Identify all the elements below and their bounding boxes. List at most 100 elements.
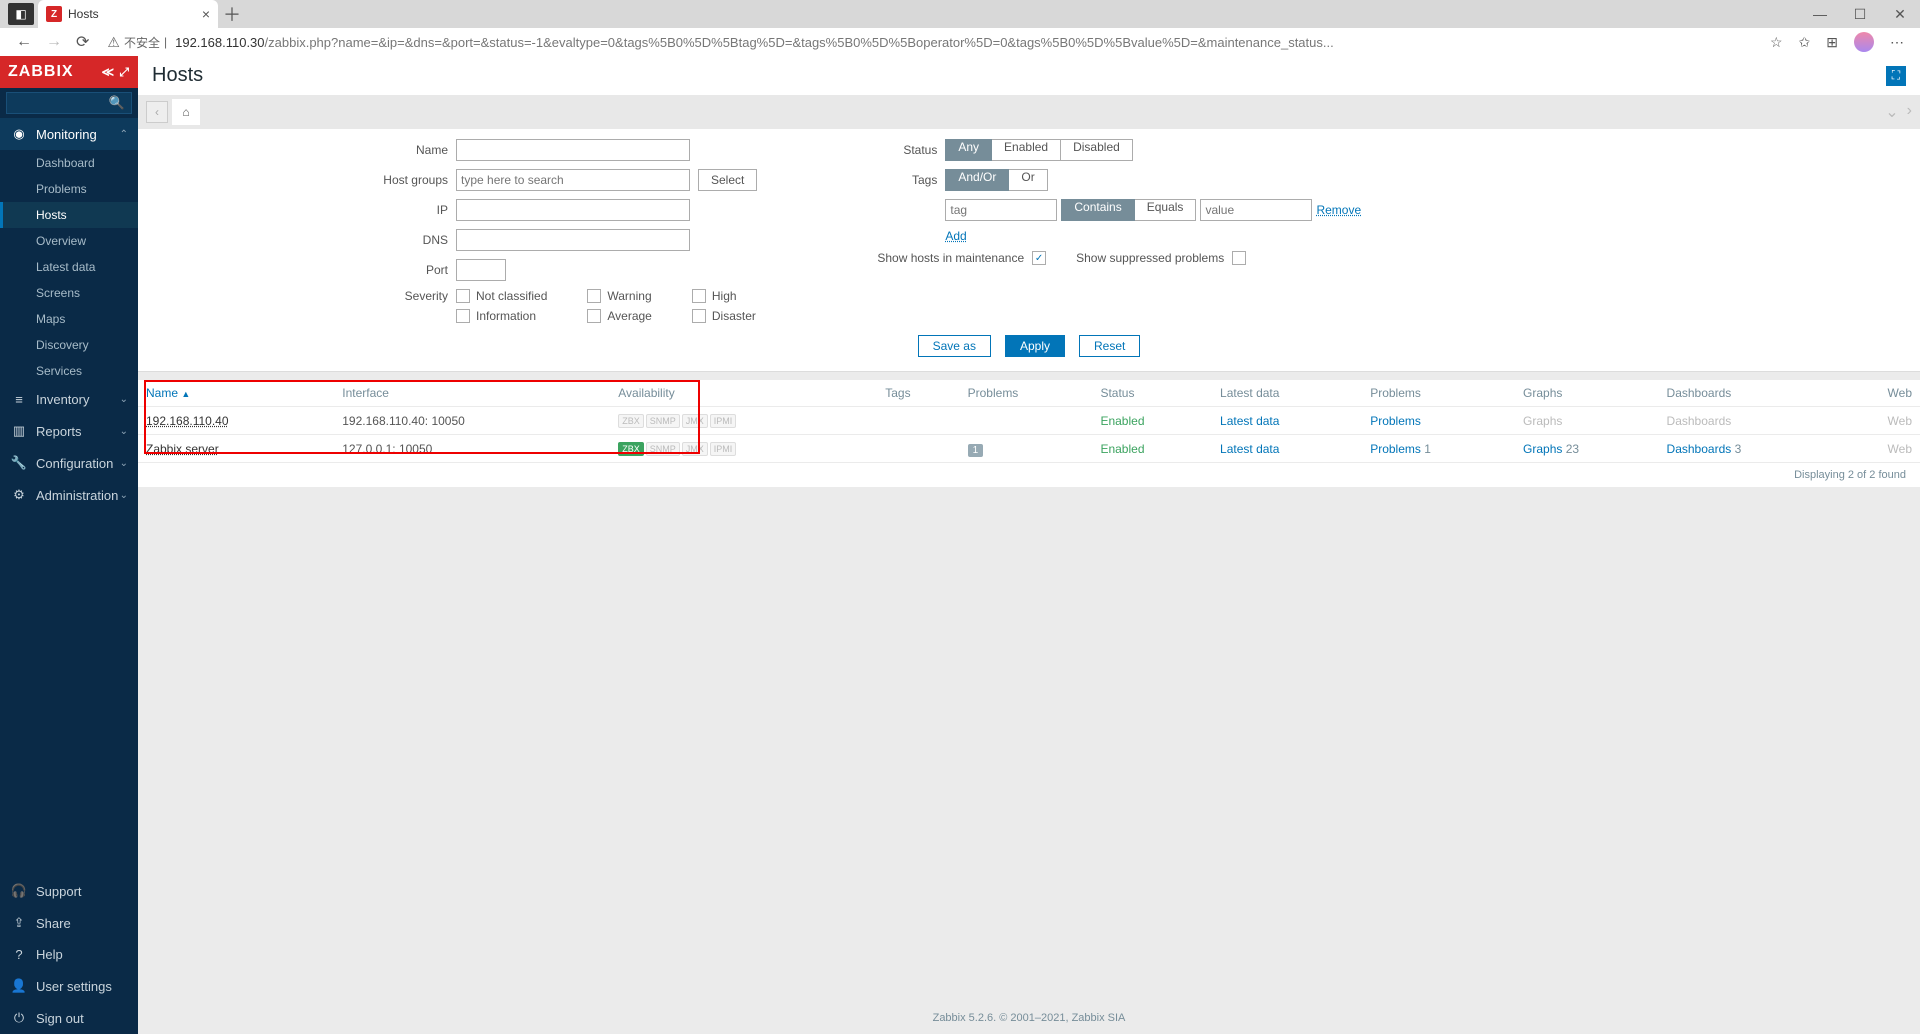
sidebar-collapse-icon[interactable]: ≪ ⤢ xyxy=(102,65,131,80)
browser-chrome: ◧ Z Hosts × ＋ — ☐ ✕ ← → ⟳ ⚠ 不安全 | 192.16… xyxy=(0,0,1920,56)
sidebar-search[interactable]: 🔍 xyxy=(0,88,138,118)
apply-button[interactable]: Apply xyxy=(1005,335,1065,357)
nav-help[interactable]: ?Help xyxy=(0,939,138,970)
status-cell: Enabled xyxy=(1100,442,1144,456)
show-maint-checkbox[interactable]: ✓ xyxy=(1032,251,1046,265)
severity-warning-checkbox[interactable] xyxy=(587,289,601,303)
filter-next-icon[interactable]: › xyxy=(1907,102,1912,122)
status-any-button[interactable]: Any xyxy=(945,139,992,161)
sidebar-item-screens[interactable]: Screens xyxy=(0,280,138,306)
problems-link[interactable]: Problems xyxy=(1370,442,1421,456)
problem-count-badge[interactable]: 1 xyxy=(968,444,984,457)
host-link[interactable]: Zabbix server xyxy=(146,442,219,456)
col-status[interactable]: Status xyxy=(1092,380,1212,407)
interface-cell: 192.168.110.40: 10050 xyxy=(334,407,610,435)
sidebar-item-latest-data[interactable]: Latest data xyxy=(0,254,138,280)
filter-back-icon[interactable]: ‹ xyxy=(146,101,168,123)
share-icon: ⇪ xyxy=(10,915,28,931)
save-as-button[interactable]: Save as xyxy=(918,335,991,357)
filter-label-tags: Tags xyxy=(877,173,937,187)
tags-andor-button[interactable]: And/Or xyxy=(945,169,1009,191)
col-availability: Availability xyxy=(610,380,877,407)
app-icon[interactable]: ◧ xyxy=(8,3,34,25)
filter-dns-input[interactable] xyxy=(456,229,690,251)
nav-reload-button[interactable]: ⟳ xyxy=(76,32,89,52)
latest-data-link[interactable]: Latest data xyxy=(1220,414,1279,428)
window-maximize-button[interactable]: ☐ xyxy=(1840,0,1880,28)
tags-or-button[interactable]: Or xyxy=(1009,169,1047,191)
nav-administration[interactable]: ⚙ Administration ⌄ xyxy=(0,479,138,511)
tab-close-icon[interactable]: × xyxy=(202,6,210,22)
tag-add-link[interactable]: Add xyxy=(945,229,966,243)
security-indicator[interactable]: ⚠ 不安全 | xyxy=(107,34,167,51)
severity-disaster-checkbox[interactable] xyxy=(692,309,706,323)
filter-prev-icon[interactable]: ⌄ xyxy=(1885,102,1898,122)
sidebar-item-hosts[interactable]: Hosts xyxy=(0,202,138,228)
tag-remove-link[interactable]: Remove xyxy=(1316,203,1361,217)
problems-link[interactable]: Problems xyxy=(1370,414,1421,428)
filter-home-tab[interactable]: ⌂ xyxy=(172,99,200,125)
graphs-link[interactable]: Graphs xyxy=(1523,442,1562,456)
nav-inventory[interactable]: ≡ Inventory ⌄ xyxy=(0,384,138,415)
sidebar-item-dashboard[interactable]: Dashboard xyxy=(0,150,138,176)
nav-support[interactable]: 🎧Support xyxy=(0,875,138,907)
sidebar-item-services[interactable]: Services xyxy=(0,358,138,384)
severity-average-checkbox[interactable] xyxy=(587,309,601,323)
collections-icon[interactable]: ⊞ xyxy=(1826,34,1838,51)
nav-share[interactable]: ⇪Share xyxy=(0,907,138,939)
select-button[interactable]: Select xyxy=(698,169,757,191)
ipmi-badge: IPMI xyxy=(710,414,737,428)
logo[interactable]: ZABBIX ≪ ⤢ xyxy=(0,56,138,88)
dashboards-link[interactable]: Dashboards xyxy=(1667,442,1732,456)
profile-avatar[interactable] xyxy=(1854,32,1874,52)
sidebar-item-overview[interactable]: Overview xyxy=(0,228,138,254)
nav-configuration[interactable]: 🔧 Configuration ⌄ xyxy=(0,447,138,479)
window-minimize-button[interactable]: — xyxy=(1800,0,1840,28)
zabbix-link[interactable]: Zabbix SIA xyxy=(1072,1012,1126,1024)
favorites-icon[interactable]: ✩ xyxy=(1799,34,1811,51)
filter-ip-input[interactable] xyxy=(456,199,690,221)
filter-name-input[interactable] xyxy=(456,139,690,161)
power-icon: ⏻ xyxy=(10,1010,28,1026)
match-equals-button[interactable]: Equals xyxy=(1135,199,1197,221)
nav-label: User settings xyxy=(36,979,112,994)
nav-sign-out[interactable]: ⏻Sign out xyxy=(0,1002,138,1034)
star-icon[interactable]: ☆ xyxy=(1770,34,1783,51)
zbx-badge: ZBX xyxy=(618,414,644,428)
severity-notclassified-checkbox[interactable] xyxy=(456,289,470,303)
url-field[interactable]: ⚠ 不安全 | 192.168.110.30/zabbix.php?name=&… xyxy=(107,34,1762,51)
match-contains-button[interactable]: Contains xyxy=(1061,199,1134,221)
sidebar-item-discovery[interactable]: Discovery xyxy=(0,332,138,358)
reset-button[interactable]: Reset xyxy=(1079,335,1140,357)
filter-hostgroups-input[interactable] xyxy=(456,169,690,191)
filter-label-name: Name xyxy=(378,143,448,157)
status-disabled-button[interactable]: Disabled xyxy=(1061,139,1133,161)
window-close-button[interactable]: ✕ xyxy=(1880,0,1920,28)
new-tab-button[interactable]: ＋ xyxy=(218,0,246,28)
status-enabled-button[interactable]: Enabled xyxy=(992,139,1061,161)
chevron-down-icon: ⌄ xyxy=(120,394,128,405)
nav-user-settings[interactable]: 👤User settings xyxy=(0,970,138,1002)
severity-high-checkbox[interactable] xyxy=(692,289,706,303)
browser-tab[interactable]: Z Hosts × xyxy=(38,0,218,28)
tag-name-input[interactable] xyxy=(945,199,1057,221)
col-name[interactable]: Name ▲ xyxy=(138,380,334,407)
nav-reports[interactable]: ▥ Reports ⌄ xyxy=(0,415,138,447)
show-supp-checkbox[interactable] xyxy=(1232,251,1246,265)
tag-value-input[interactable] xyxy=(1200,199,1312,221)
more-icon[interactable]: ⋯ xyxy=(1890,34,1904,51)
nav-monitoring[interactable]: ◉ Monitoring ⌃ xyxy=(0,118,138,150)
nav-back-button[interactable]: ← xyxy=(16,33,32,51)
severity-information-checkbox[interactable] xyxy=(456,309,470,323)
filter-label-supp: Show suppressed problems xyxy=(1076,251,1224,265)
kiosk-button[interactable]: ⛶ xyxy=(1886,66,1906,86)
sidebar-item-maps[interactable]: Maps xyxy=(0,306,138,332)
filter-label-severity: Severity xyxy=(378,289,448,303)
chevron-up-icon: ⌃ xyxy=(120,129,128,140)
sidebar-item-problems[interactable]: Problems xyxy=(0,176,138,202)
support-icon: 🎧 xyxy=(10,883,28,899)
col-dashboards: Dashboards xyxy=(1659,380,1840,407)
filter-port-input[interactable] xyxy=(456,259,506,281)
host-link[interactable]: 192.168.110.40 xyxy=(146,414,229,428)
latest-data-link[interactable]: Latest data xyxy=(1220,442,1279,456)
